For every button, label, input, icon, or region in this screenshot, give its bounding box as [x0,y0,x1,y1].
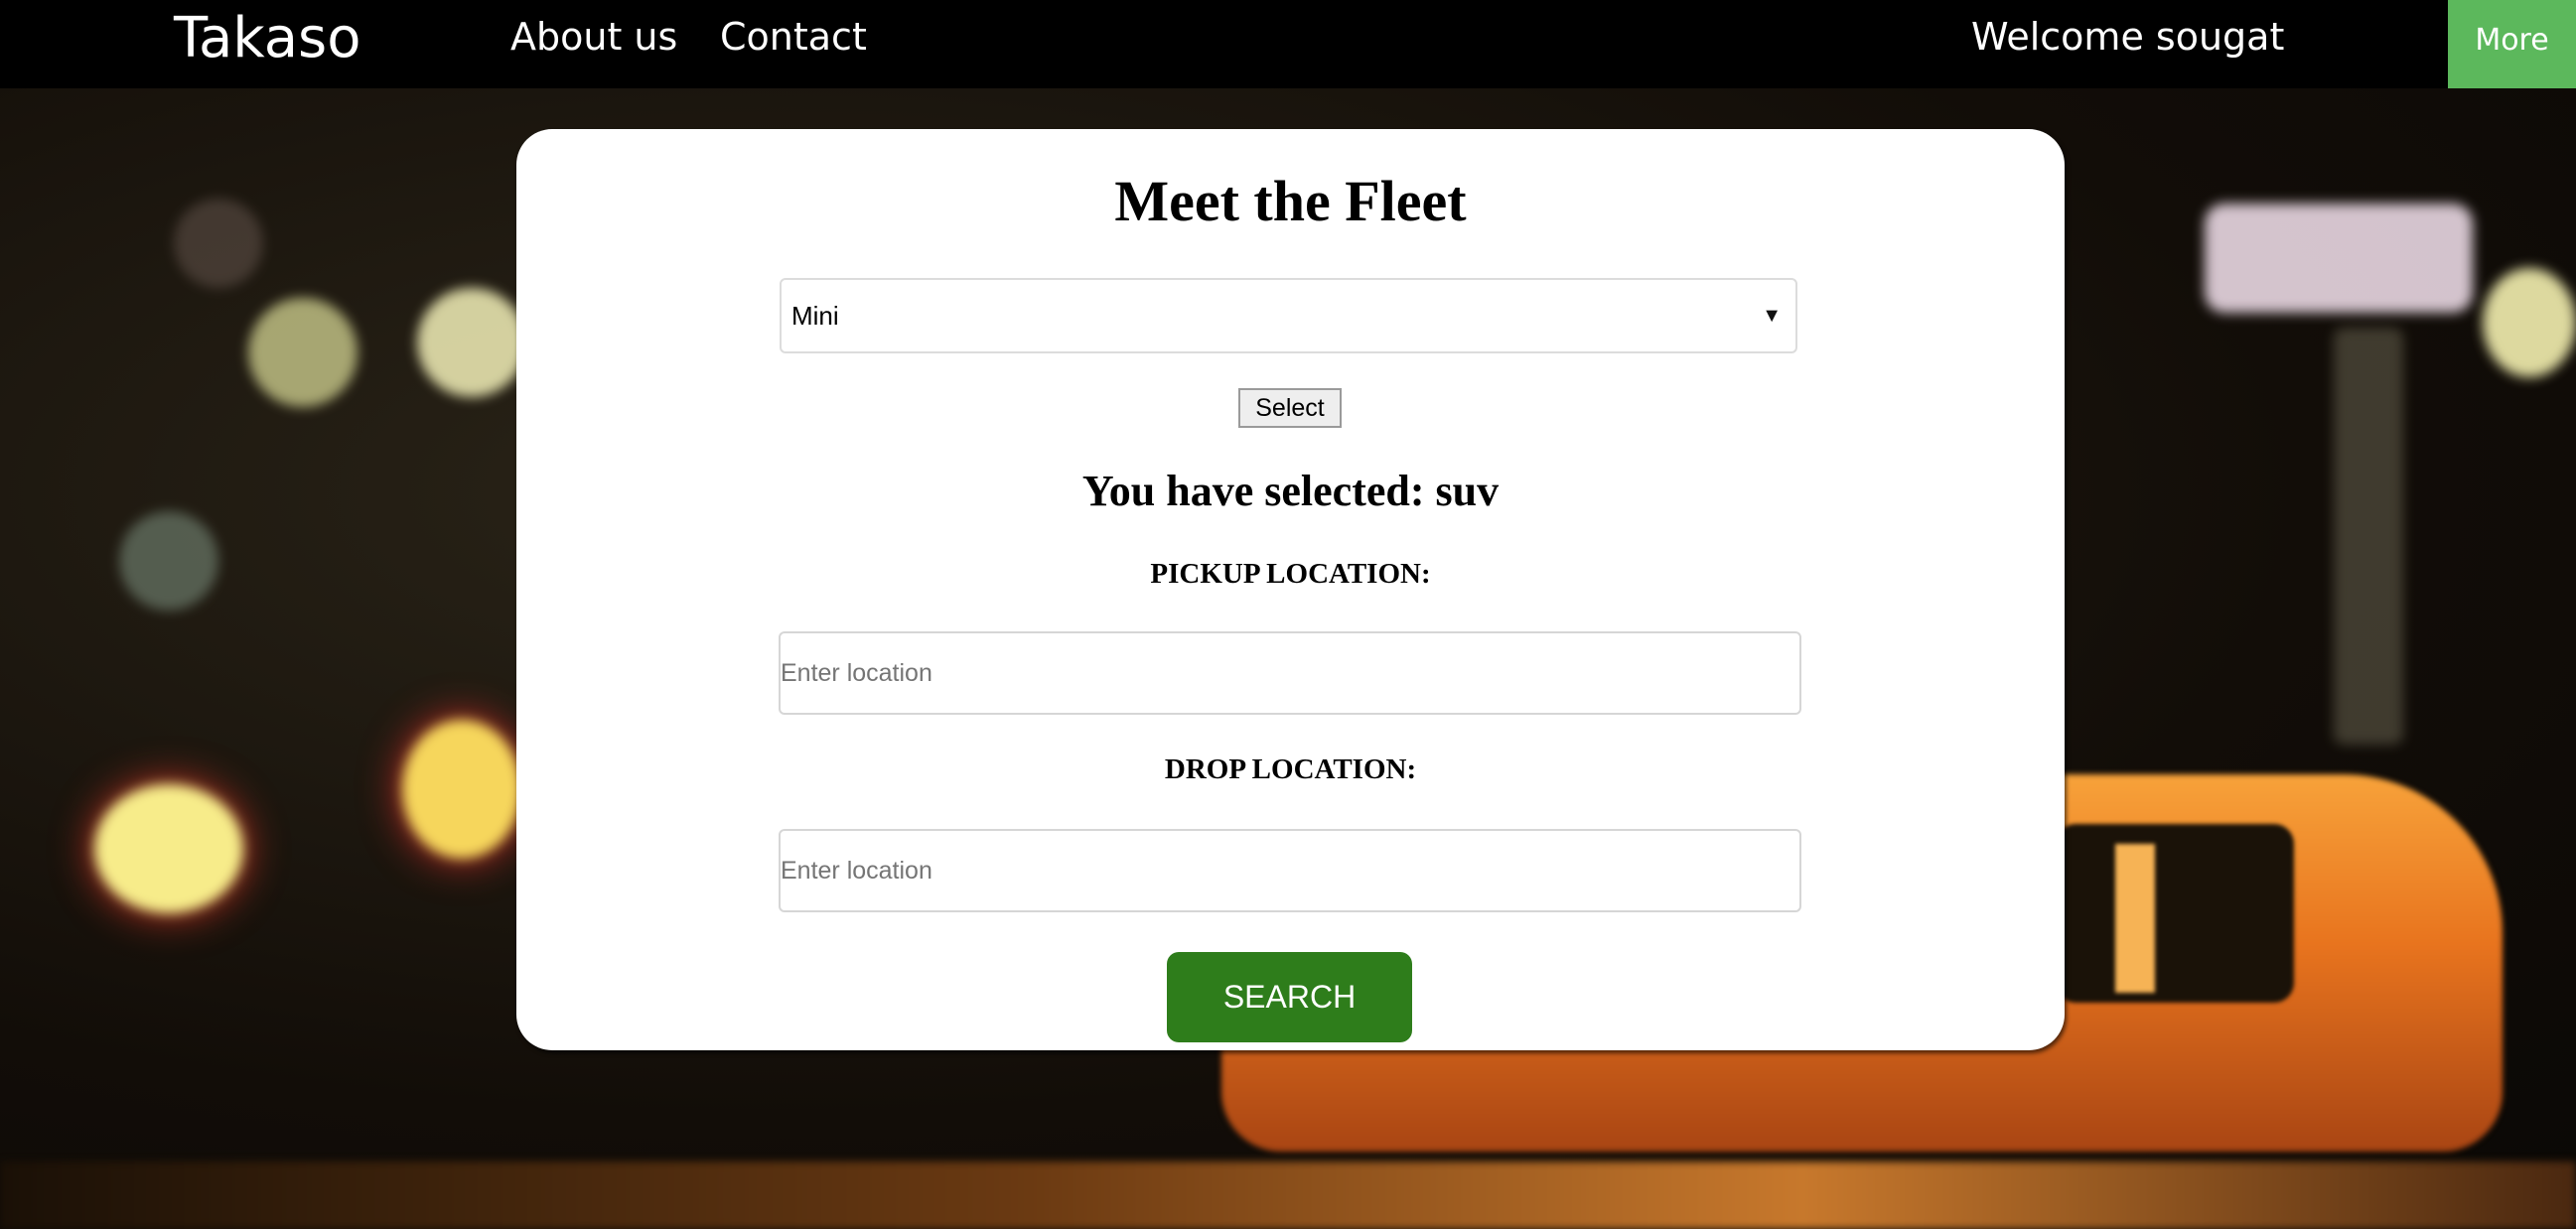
top-navbar: Takaso About us Contact Welcome sougat M… [0,0,2576,88]
page-title: Meet the Fleet [1114,169,1467,233]
drop-location-label: DROP LOCATION: [1164,753,1417,785]
select-button[interactable]: Select [1238,388,1342,428]
search-button[interactable]: SEARCH [1167,952,1412,1042]
chevron-down-icon: ▼ [1762,305,1782,327]
welcome-user-text: Welcome sougat [1971,15,2285,59]
pickup-placeholder: Enter location [781,659,932,687]
drop-location-input[interactable]: Enter location [779,829,1801,912]
fleet-card: Meet the Fleet Mini ▼ Select You have se… [516,129,2065,1050]
fleet-type-select[interactable]: Mini ▼ [780,278,1797,353]
selection-status: You have selected: suv [1081,467,1500,515]
nav-link-about-us[interactable]: About us [510,12,677,62]
more-button[interactable]: More [2448,0,2576,88]
brand-logo[interactable]: Takaso [174,4,360,73]
fleet-select-value: Mini [791,301,839,331]
drop-placeholder: Enter location [781,857,932,885]
nav-link-contact[interactable]: Contact [720,12,867,62]
pickup-location-input[interactable]: Enter location [779,631,1801,715]
pickup-location-label: PICKUP LOCATION: [1150,558,1431,590]
